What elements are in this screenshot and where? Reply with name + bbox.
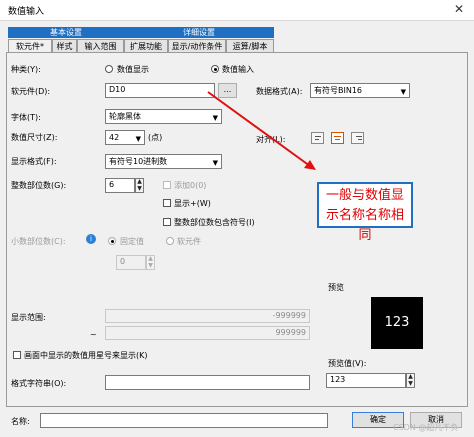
watermark: CSDN @超凡不负: [393, 423, 459, 432]
annotation-callout: 一般与数值显示名称名称相同: [317, 182, 413, 243]
arrow-line: [207, 91, 311, 167]
name-label: 名称:: [11, 417, 30, 426]
arrow-head: [304, 160, 316, 170]
name-input[interactable]: [40, 413, 328, 428]
